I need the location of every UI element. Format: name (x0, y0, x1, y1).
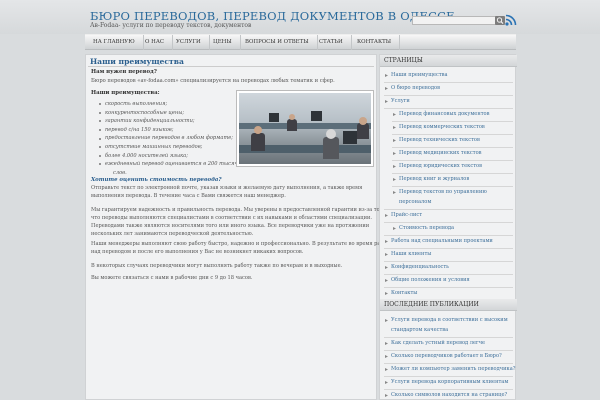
arrow-icon (393, 191, 396, 194)
arrow-icon (385, 355, 388, 358)
arrow-icon (385, 240, 388, 243)
paragraph-estimate: Отправьте текст по электронной почте, ук… (91, 185, 363, 199)
arrow-icon (385, 394, 388, 397)
arrow-icon (385, 368, 388, 371)
recent-post-interpreting[interactable]: Как сделать устный перевод легче (391, 337, 485, 350)
recent-post-quality-cont[interactable]: стандартом качества (391, 324, 448, 337)
arrow-icon (385, 74, 388, 77)
arrow-icon (385, 319, 388, 322)
rss-icon[interactable] (505, 14, 517, 26)
nav-prices[interactable]: ЦЕНЫ (205, 35, 241, 50)
arrow-icon (385, 87, 388, 90)
office-photo (237, 91, 373, 166)
main-content: Наши преимущества Нам нужен перевод? Бюр… (85, 54, 394, 400)
arrow-icon (393, 165, 396, 168)
sidebar-item-medical[interactable]: Перевод медицинских текстов (399, 147, 482, 160)
main-navigation: НА ГЛАВНУЮ О НАС УСЛУГИ ЦЕНЫ ВОПРОСЫ И О… (85, 34, 516, 50)
estimate-heading[interactable]: Хотите оценить стоимость перевода? (91, 177, 221, 183)
paragraph-managers: Наши менеджеры выполняют свою работу быс… (91, 241, 394, 255)
nav-contacts[interactable]: КОНТАКТЫ (349, 35, 401, 50)
sidebar-item-projects[interactable]: Работа над специальными проектами (391, 235, 493, 248)
paragraph-guarantee: Мы гарантируем надежность и правильность… (91, 207, 388, 237)
arrow-icon (393, 227, 396, 230)
arrow-icon (385, 342, 388, 345)
sidebar-item-commercial[interactable]: Перевод коммерческих текстов (399, 121, 485, 134)
post-title[interactable]: Наши преимущества (90, 57, 184, 66)
site-description: Ав-Fodaa- услуги по переводу текстов, до… (90, 22, 252, 29)
arrow-icon (393, 178, 396, 181)
arrow-icon (385, 292, 388, 295)
sidebar-item-services[interactable]: Услуги (391, 95, 410, 108)
search-button[interactable] (495, 16, 505, 25)
arrow-icon (385, 100, 388, 103)
sidebar-item-financial[interactable]: Перевод финансовых документов (399, 108, 489, 121)
intro-paragraph: Бюро переводов «av-fodaa.com» специализи… (91, 78, 335, 84)
sidebar-item-privacy[interactable]: Конфиденциальность (391, 261, 449, 274)
sidebar-item-terms[interactable]: Общие положения и условия (391, 274, 470, 287)
list-item: более 4.000 носителей языка; (99, 152, 238, 161)
nav-faq[interactable]: ВОПРОСЫ И ОТВЕТЫ (237, 35, 318, 50)
paragraph-hours: Вы можете связаться с нами в рабочие дни… (91, 275, 253, 281)
nav-home[interactable]: НА ГЛАВНУЮ (85, 35, 144, 50)
arrow-icon (393, 113, 396, 116)
recent-post-characters[interactable]: Сколько символов находится на странице? (391, 389, 507, 400)
recent-post-translators[interactable]: Сколько переводчиков работает в Бюро? (391, 350, 502, 363)
recent-post-computer[interactable]: Может ли компьютер заменить переводчика? (391, 363, 515, 376)
sidebar-item-hr-cont[interactable]: персоналом (399, 196, 431, 209)
list-item: гарантии конфиденциальности; (99, 117, 238, 126)
arrow-icon (385, 214, 388, 217)
recent-widget-title: ПОСЛЕДНИЕ ПУБЛИКАЦИИ (380, 299, 517, 311)
search-input[interactable] (412, 16, 504, 25)
arrow-icon (385, 266, 388, 269)
search-icon (496, 17, 504, 24)
recent-post-corporate[interactable]: Услуги перевода корпоративным клиентам (391, 376, 508, 389)
list-item: ежедневный перевод оценивается в 200 тыс… (99, 160, 238, 169)
sidebar-item-technical[interactable]: Перевод технических текстов (399, 134, 480, 147)
advantages-heading: Наши преимущества: (91, 90, 160, 96)
sidebar-item-about[interactable]: О бюро переводов (391, 82, 440, 95)
header: БЮРО ПЕРЕВОДОВ, ПЕРЕВОД ДОКУМЕНТОВ В ОДЕ… (0, 0, 600, 34)
arrow-icon (385, 381, 388, 384)
arrow-icon (393, 152, 396, 155)
arrow-icon (393, 139, 396, 142)
arrow-icon (393, 126, 396, 129)
advantages-list: скорость выполнения; конкурентоспособные… (99, 100, 238, 177)
list-item: конкурентоспособные цены; (99, 109, 238, 118)
paragraph-evenings: В некоторых случаях переводчики могут вы… (91, 263, 343, 269)
sidebar-item-advantages[interactable]: Наши преимущества (391, 69, 448, 82)
list-item: отсутствие машинных переводов; (99, 143, 238, 152)
sidebar-item-books[interactable]: Перевод книг и журналов (399, 173, 469, 186)
sidebar: СТРАНИЦЫ Наши преимущества О бюро перево… (379, 54, 517, 400)
pages-widget-title: СТРАНИЦЫ (380, 55, 517, 67)
list-item: скорость выполнения; (99, 100, 238, 109)
sidebar-item-cost[interactable]: Стоимость перевода (399, 222, 454, 235)
site-title[interactable]: БЮРО ПЕРЕВОДОВ, ПЕРЕВОД ДОКУМЕНТОВ В ОДЕ… (90, 9, 455, 23)
title-divider (88, 66, 374, 67)
list-item: предоставление переводов в любом формате… (99, 134, 238, 143)
question-need-translation: Нам нужен перевод? (91, 69, 157, 75)
list-item: перевод с/на 150 языков; (99, 126, 238, 135)
sidebar-item-clients[interactable]: Наши клиенты (391, 248, 431, 261)
sidebar-item-legal[interactable]: Перевод юридических текстов (399, 160, 482, 173)
arrow-icon (385, 253, 388, 256)
nav-articles[interactable]: СТАТЬИ (311, 35, 352, 50)
nav-services[interactable]: УСЛУГИ (168, 35, 210, 50)
sidebar-item-pricelist[interactable]: Прайс-лист (391, 209, 422, 222)
arrow-icon (385, 279, 388, 282)
